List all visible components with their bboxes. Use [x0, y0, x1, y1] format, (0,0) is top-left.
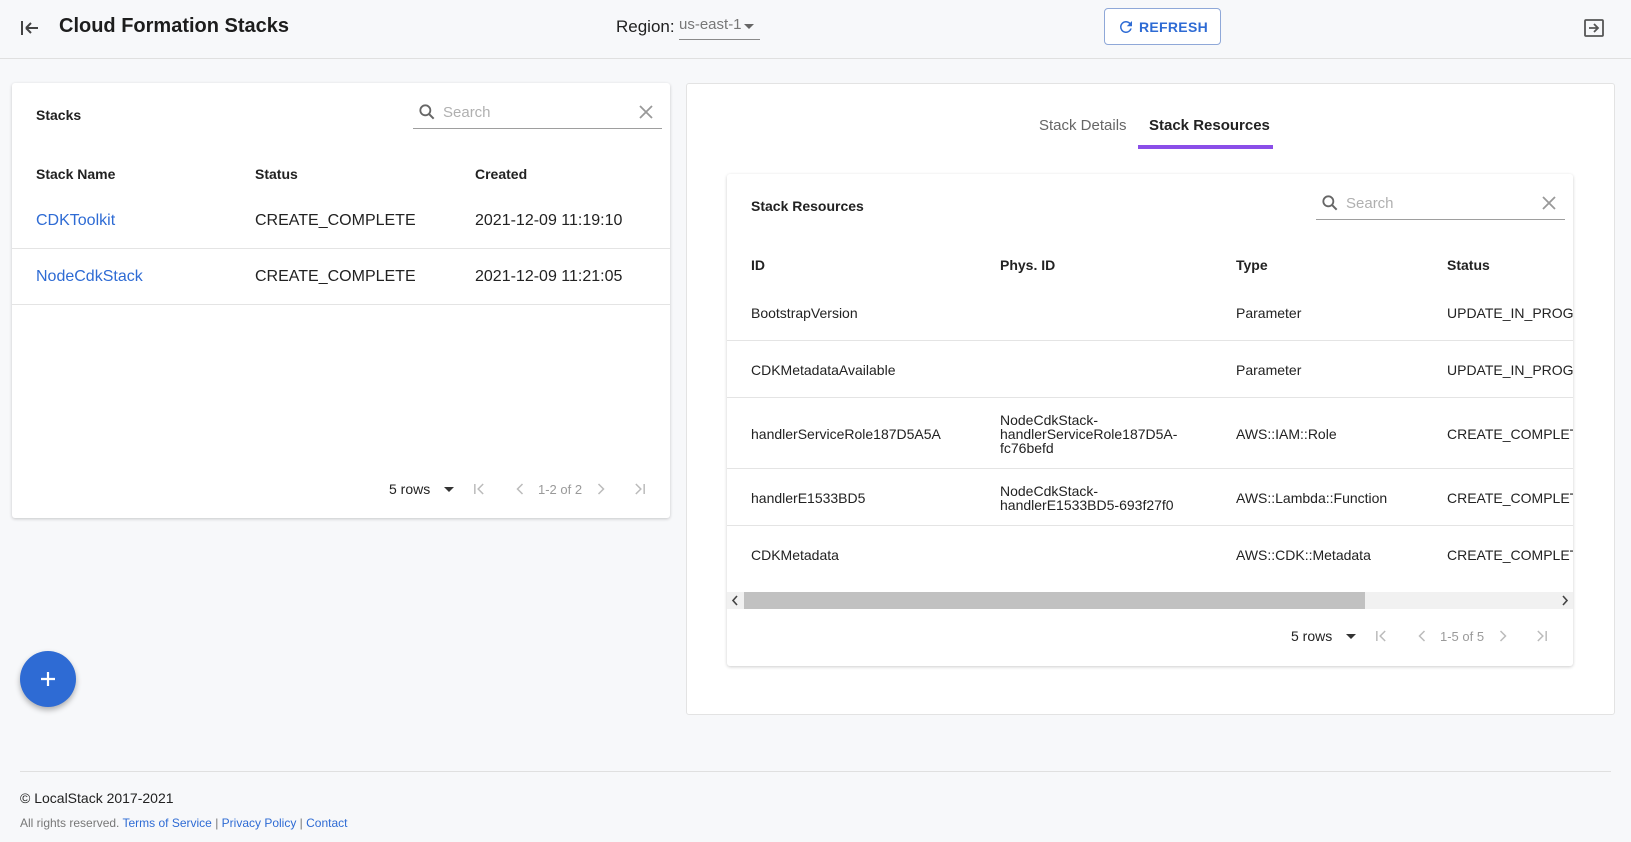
close-icon[interactable] [638, 104, 654, 120]
plus-icon [41, 672, 55, 686]
horizontal-scrollbar[interactable] [727, 592, 1573, 609]
resource-type: AWS::IAM::Role [1236, 426, 1337, 442]
privacy-link[interactable]: Privacy Policy [222, 816, 297, 830]
terms-link[interactable]: Terms of Service [123, 816, 212, 830]
next-page-icon[interactable] [1493, 626, 1513, 646]
table-row[interactable]: NodeCdkStack CREATE_COMPLETE 2021-12-09 … [12, 249, 670, 305]
next-page-icon[interactable] [591, 479, 611, 499]
previous-page-icon[interactable] [1412, 626, 1432, 646]
search-icon [419, 104, 435, 120]
table-row[interactable]: CDKMetadata AWS::CDK::Metadata CREATE_CO… [727, 526, 1573, 583]
table-row[interactable]: handlerE1533BD5 NodeCdkStack-handlerE153… [727, 469, 1573, 526]
resource-status: CREATE_COMPLETE [1447, 426, 1573, 442]
active-tab-indicator [1138, 145, 1273, 149]
scroll-right-icon[interactable] [1556, 592, 1573, 609]
footer-divider [20, 771, 1611, 772]
resource-id: BootstrapVersion [751, 305, 858, 321]
tab-stack-resources[interactable]: Stack Resources [1149, 117, 1270, 134]
resource-id: handlerE1533BD5 [751, 490, 866, 506]
stacks-card: Stacks Stack Name Status Created CDKTool… [12, 83, 670, 518]
column-header-id[interactable]: ID [751, 257, 765, 273]
resource-status: UPDATE_IN_PROGRESS [1447, 305, 1573, 321]
stacks-search-input[interactable] [443, 101, 623, 123]
stack-status: CREATE_COMPLETE [255, 212, 416, 229]
stack-resources-card: Stack Resources ID Phys. ID Type Status … [727, 174, 1573, 666]
column-header-phys-id[interactable]: Phys. ID [1000, 257, 1055, 273]
resource-status: UPDATE_IN_PROGRESS [1447, 362, 1573, 378]
refresh-icon [1119, 20, 1132, 33]
column-header-created[interactable]: Created [475, 166, 527, 182]
collapse-menu-icon[interactable] [18, 16, 42, 40]
chevron-down-icon [744, 24, 754, 29]
refresh-label: REFRESH [1139, 18, 1208, 35]
add-stack-button[interactable] [20, 651, 76, 707]
refresh-button[interactable]: REFRESH [1104, 8, 1221, 45]
page-range: 1-2 of 2 [538, 482, 583, 497]
table-row[interactable]: CDKMetadataAvailable Parameter UPDATE_IN… [727, 341, 1573, 398]
copyright: © LocalStack 2017-2021 [20, 790, 174, 806]
resources-search-input[interactable] [1346, 192, 1526, 214]
column-header-stack-name[interactable]: Stack Name [36, 166, 115, 182]
scrollbar-thumb[interactable] [744, 592, 1365, 609]
resources-pagination: 5 rows 1-5 of 5 [1291, 624, 1571, 648]
page-range: 1-5 of 5 [1440, 629, 1485, 644]
rights-text: All rights reserved. [20, 816, 120, 830]
previous-page-icon[interactable] [510, 479, 530, 499]
chevron-down-icon[interactable] [1346, 634, 1356, 639]
resource-type: Parameter [1236, 305, 1302, 321]
region-label: Region: [616, 17, 675, 36]
scroll-left-icon[interactable] [727, 592, 744, 609]
resource-status: CREATE_COMPLETE [1447, 547, 1573, 563]
table-row[interactable]: CDKToolkit CREATE_COMPLETE 2021-12-09 11… [12, 193, 670, 249]
stacks-title: Stacks [36, 107, 82, 123]
stack-name-link[interactable]: CDKToolkit [36, 212, 115, 230]
first-page-icon[interactable] [1371, 626, 1391, 646]
table-row[interactable]: BootstrapVersion Parameter UPDATE_IN_PRO… [727, 284, 1573, 341]
resource-type: AWS::Lambda::Function [1236, 490, 1388, 506]
search-icon [1322, 195, 1338, 211]
page-title: Cloud Formation Stacks [59, 15, 290, 37]
stacks-pagination: 5 rows 1-2 of 2 [389, 477, 669, 501]
logout-icon[interactable] [1582, 16, 1606, 40]
stack-resources-title: Stack Resources [751, 198, 864, 214]
footer-links: All rights reserved. Terms of Service | … [20, 816, 348, 830]
close-icon[interactable] [1541, 195, 1557, 211]
table-row[interactable]: handlerServiceRole187D5A5A NodeCdkStack-… [727, 398, 1573, 469]
stack-status: CREATE_COMPLETE [255, 268, 416, 285]
resource-phys-id: NodeCdkStack-handlerE1533BD5-693f27f0 [1000, 483, 1174, 513]
contact-link[interactable]: Contact [306, 816, 347, 830]
column-header-status[interactable]: Status [1447, 257, 1490, 273]
first-page-icon[interactable] [469, 479, 489, 499]
resource-id: CDKMetadata [751, 547, 839, 563]
last-page-icon[interactable] [630, 479, 650, 499]
rows-per-page-select[interactable]: 5 rows [389, 481, 430, 497]
last-page-icon[interactable] [1532, 626, 1552, 646]
stack-name-link[interactable]: NodeCdkStack [36, 268, 143, 286]
resource-id: CDKMetadataAvailable [751, 362, 896, 378]
top-bar: Cloud Formation Stacks Region: us-east-1… [0, 0, 1631, 59]
resource-type: Parameter [1236, 362, 1302, 378]
stack-created: 2021-12-09 11:19:10 [475, 212, 623, 229]
stack-created: 2021-12-09 11:21:05 [475, 268, 623, 285]
rows-per-page-select[interactable]: 5 rows [1291, 628, 1332, 644]
region-value: us-east-1 [679, 16, 742, 33]
resource-type: AWS::CDK::Metadata [1236, 547, 1371, 563]
column-header-type[interactable]: Type [1236, 257, 1268, 273]
resource-status: CREATE_COMPLETE [1447, 490, 1573, 506]
stacks-search [413, 95, 662, 129]
column-header-status[interactable]: Status [255, 166, 298, 182]
resources-search [1316, 186, 1565, 220]
resource-phys-id: NodeCdkStack-handlerServiceRole187D5A-fc… [1000, 412, 1178, 456]
region-select[interactable]: us-east-1 [679, 12, 760, 40]
tab-stack-details[interactable]: Stack Details [1039, 117, 1127, 134]
resource-id: handlerServiceRole187D5A5A [751, 426, 941, 442]
chevron-down-icon[interactable] [444, 487, 454, 492]
